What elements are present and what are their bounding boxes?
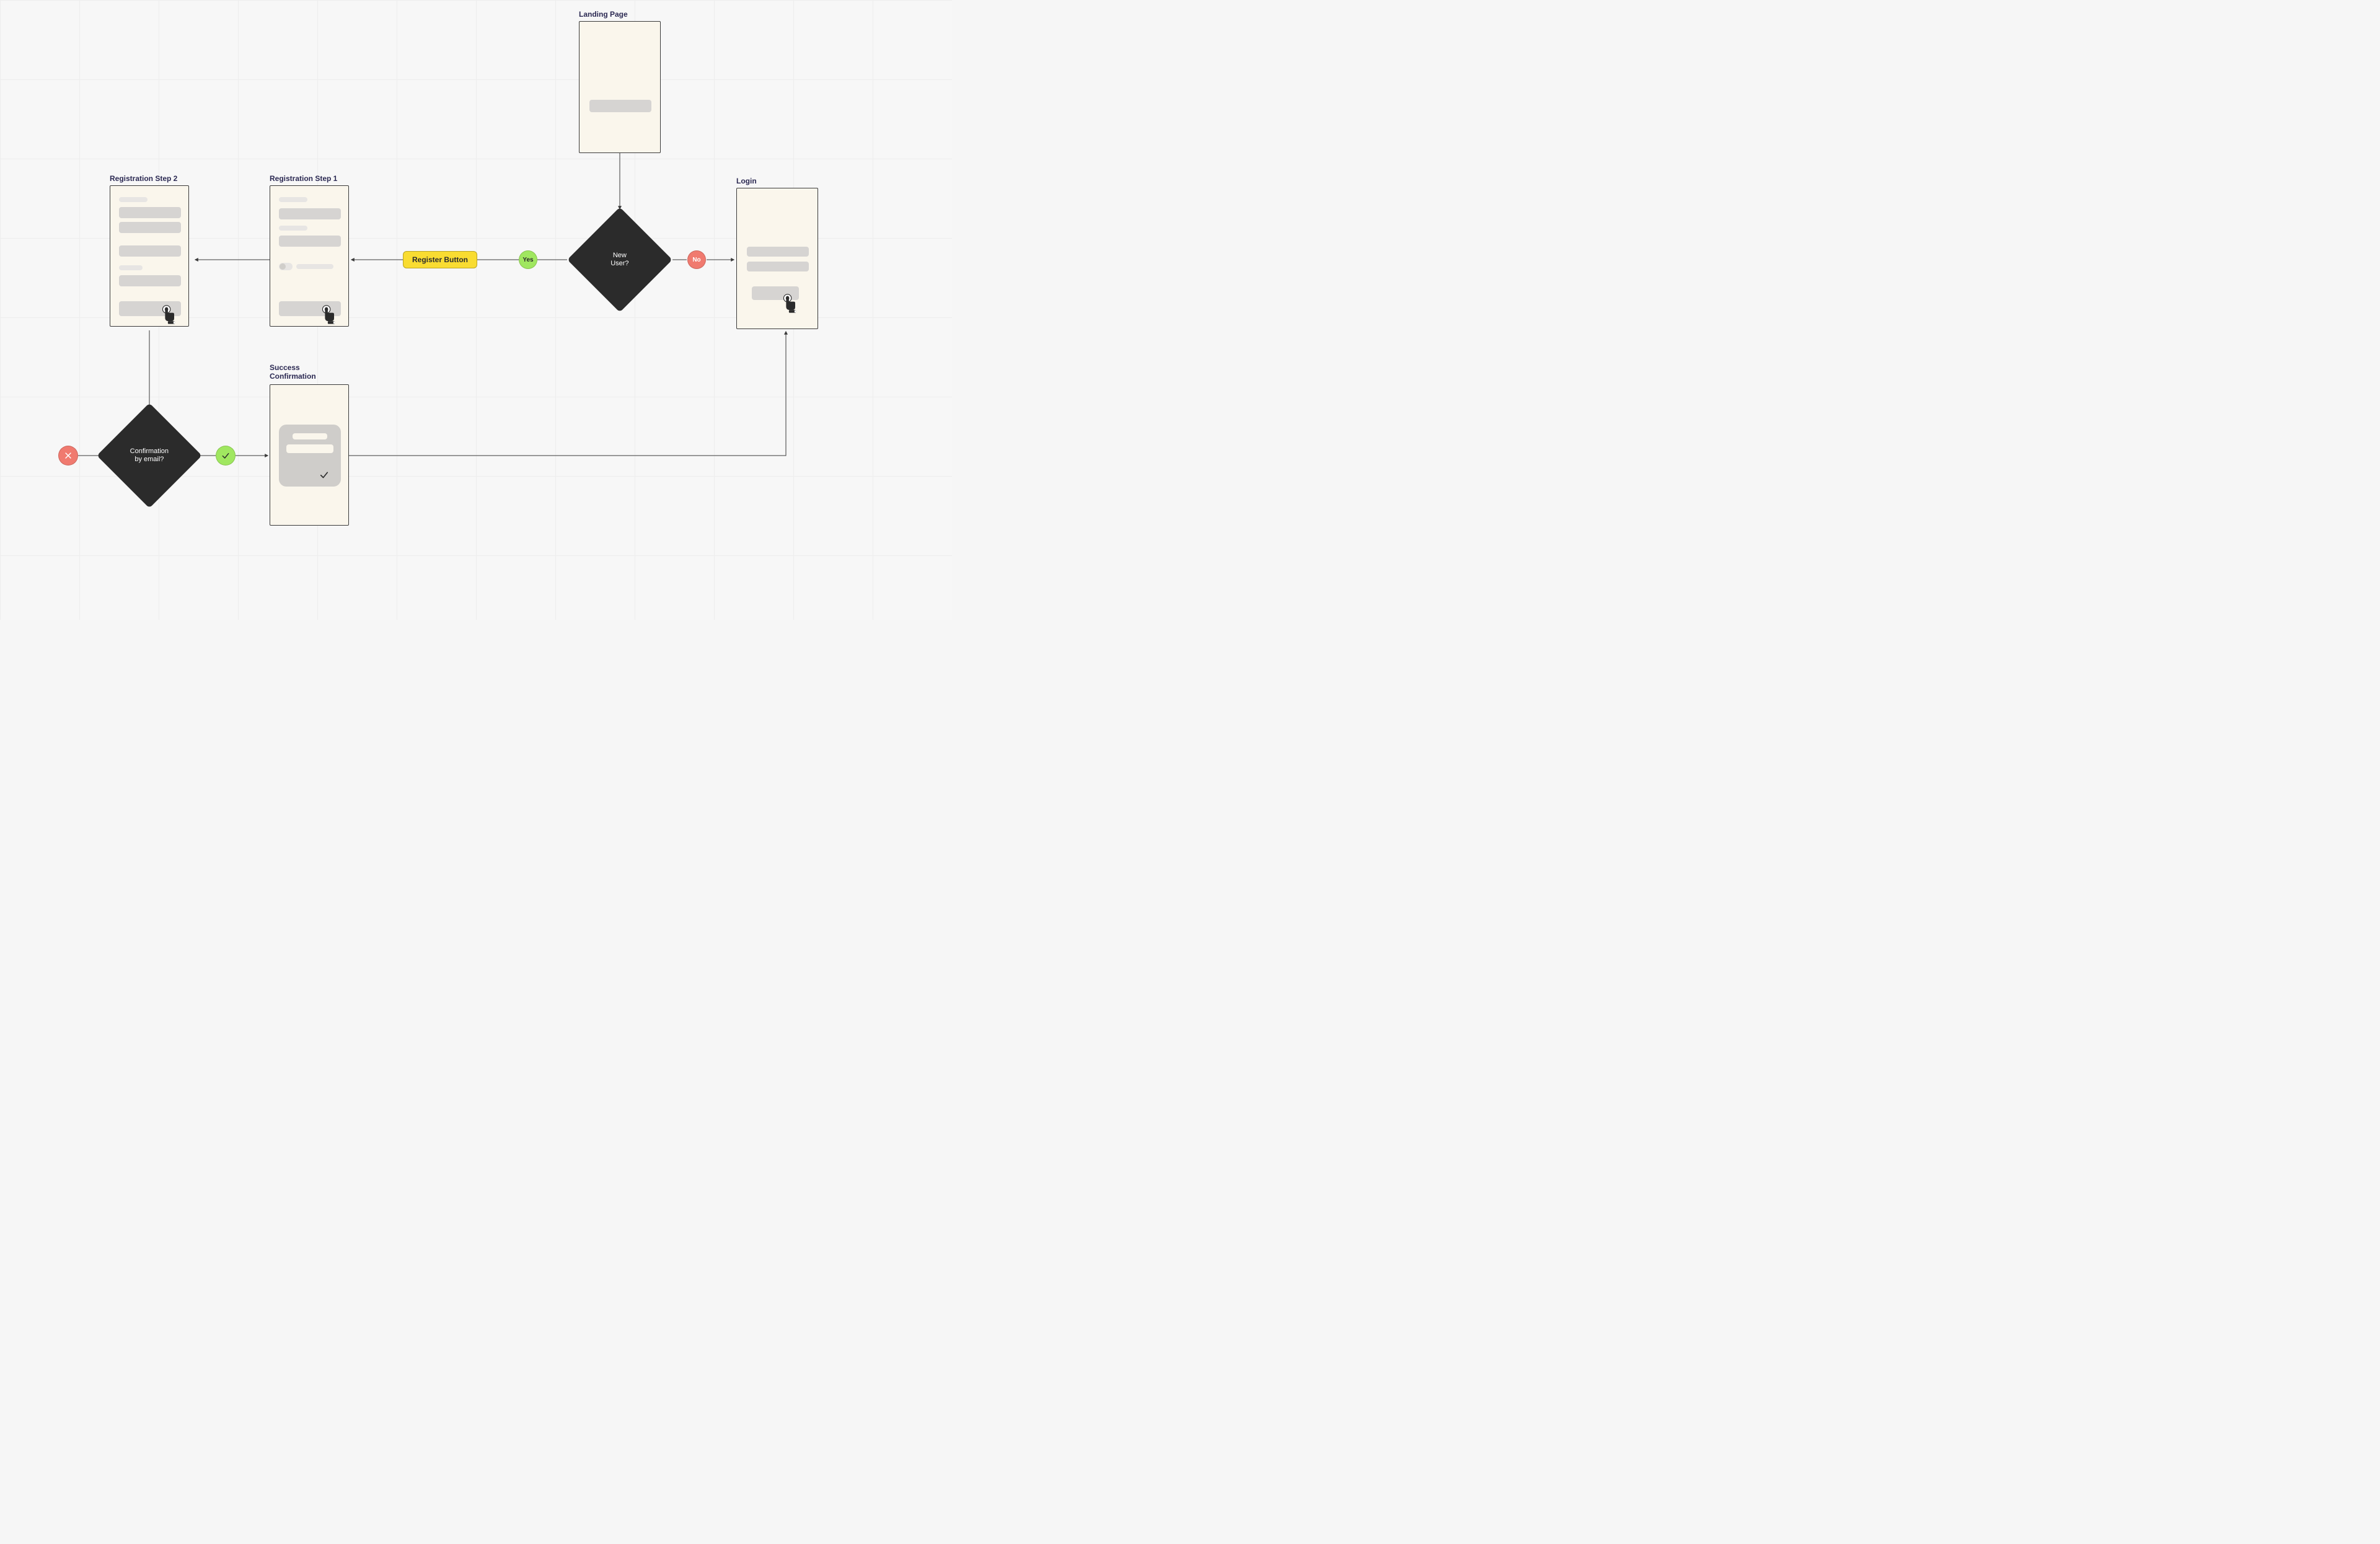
success-frame[interactable]: [270, 384, 349, 526]
register-button-label: Register Button: [412, 255, 468, 264]
login-frame[interactable]: [736, 188, 818, 329]
success-badge: [216, 446, 236, 465]
new-user-label: NewUser?: [592, 252, 648, 268]
success-card-mock: [279, 425, 341, 487]
yes-label: Yes: [522, 257, 533, 263]
cross-icon: [63, 451, 73, 461]
reg1-title: Registration Step 1: [270, 174, 337, 183]
landing-frame[interactable]: [579, 21, 661, 153]
check-icon: [221, 451, 231, 461]
yes-badge: Yes: [519, 250, 537, 269]
checkmark-icon: [319, 469, 330, 480]
reg1-frame[interactable]: [270, 185, 349, 327]
confirm-email-label: Confirmationby email?: [121, 448, 177, 464]
success-title: Success Confirmation: [270, 363, 344, 381]
no-badge: No: [687, 250, 706, 269]
fail-badge: [58, 446, 78, 465]
login-title: Login: [736, 177, 757, 185]
flow-canvas[interactable]: Landing Page NewUser? No Yes Register Bu…: [0, 0, 952, 620]
confirm-email-decision[interactable]: Confirmationby email?: [97, 403, 202, 508]
landing-title: Landing Page: [579, 10, 628, 19]
new-user-decision[interactable]: NewUser?: [567, 207, 672, 312]
register-button-node[interactable]: Register Button: [403, 251, 477, 268]
reg2-frame[interactable]: [110, 185, 189, 327]
no-label: No: [692, 257, 700, 263]
reg2-title: Registration Step 2: [110, 174, 177, 183]
